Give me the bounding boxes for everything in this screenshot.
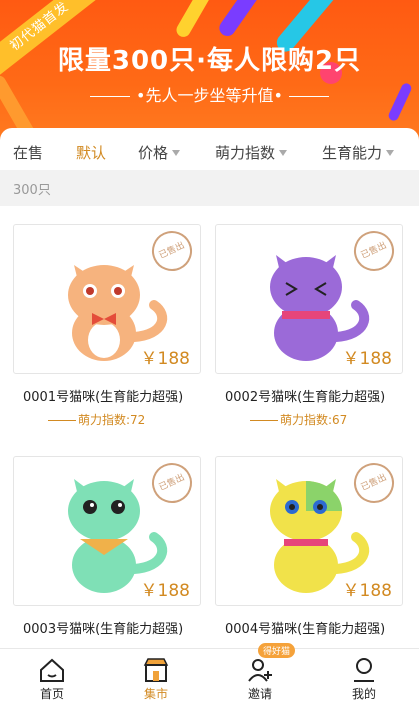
cute-index-text: 萌力指数:72	[78, 413, 146, 427]
profile-icon	[354, 658, 374, 682]
nav-market[interactable]: 集市	[104, 649, 208, 703]
sort-label: 萌力指数	[215, 144, 276, 162]
cat-card[interactable]: 已售出 ￥188 0002号猫咪(生育能力超强) 萌力指数:67	[215, 224, 403, 434]
sort-label: 在售	[13, 144, 44, 162]
cute-index-text: 萌力指数:67	[280, 413, 348, 427]
cat-image: 已售出 ￥188	[215, 456, 403, 606]
market-sheet: 在售 默认 价格 萌力指数 生育能力 300只 已售出 ￥188 0001号猫咪…	[0, 128, 419, 648]
cat-image: 已售出 ￥188	[215, 224, 403, 374]
nav-profile[interactable]: 我的	[312, 649, 416, 703]
price: ￥188	[140, 349, 190, 369]
caret-down-icon	[172, 149, 181, 156]
invite-badge: 得好猫	[258, 643, 296, 658]
sort-fertility[interactable]: 生育能力	[322, 142, 395, 163]
promo-banner: 初代猫首发 限量300只·每人限购2只 •先人一步坐等升值•	[0, 0, 419, 140]
cat-card[interactable]: 已售出 ￥188 0001号猫咪(生育能力超强) 萌力指数:72	[13, 224, 201, 434]
decoration	[216, 0, 264, 40]
sort-default[interactable]: 默认	[76, 142, 106, 163]
cat-image: 已售出 ￥188	[13, 456, 201, 606]
banner-headline: 限量300只·每人限购2只	[57, 46, 362, 76]
nav-label: 首页	[39, 687, 64, 701]
nav-label: 我的	[351, 687, 376, 701]
count-bar: 300只	[0, 170, 419, 206]
cute-index: 萌力指数:72	[48, 411, 145, 428]
cute-index: 萌力指数:67	[250, 411, 347, 428]
nav-label: 邀请	[247, 687, 272, 701]
bottom-nav: 首页 集市 得好猫 邀请 我的	[0, 643, 419, 703]
price: ￥188	[342, 581, 392, 601]
home-icon	[40, 658, 64, 682]
nav-home[interactable]: 首页	[0, 649, 104, 703]
caret-down-icon	[279, 149, 288, 156]
cat-title: 0002号猫咪(生育能力超强)	[225, 390, 386, 405]
banner-subline-text: •先人一步坐等升值•	[136, 86, 283, 105]
price: ￥188	[140, 581, 190, 601]
price: ￥188	[342, 349, 392, 369]
invite-icon	[248, 659, 272, 682]
sort-bar: 在售 默认 价格 萌力指数 生育能力	[0, 138, 419, 166]
sort-price[interactable]: 价格	[138, 142, 181, 163]
nav-invite[interactable]: 得好猫 邀请	[208, 643, 312, 703]
nav-label: 集市	[143, 687, 168, 701]
sort-label: 默认	[76, 144, 107, 162]
sort-label: 价格	[138, 144, 169, 162]
market-icon	[143, 658, 169, 682]
sort-cute-index[interactable]: 萌力指数	[215, 142, 288, 163]
caret-down-icon	[386, 149, 395, 156]
decoration	[173, 0, 217, 40]
sort-on-sale[interactable]: 在售	[13, 142, 43, 163]
cat-title: 0001号猫咪(生育能力超强)	[23, 390, 184, 405]
cat-title: 0003号猫咪(生育能力超强)	[23, 622, 184, 637]
sort-label: 生育能力	[322, 144, 383, 162]
cat-card[interactable]: 已售出 ￥188 0003号猫咪(生育能力超强)	[13, 456, 201, 648]
cat-title: 0004号猫咪(生育能力超强)	[225, 622, 386, 637]
item-count: 300只	[13, 183, 51, 198]
cat-image: 已售出 ￥188	[13, 224, 201, 374]
banner-subline: •先人一步坐等升值•	[0, 82, 419, 106]
cat-card[interactable]: 已售出 ￥188 0004号猫咪(生育能力超强)	[215, 456, 403, 648]
